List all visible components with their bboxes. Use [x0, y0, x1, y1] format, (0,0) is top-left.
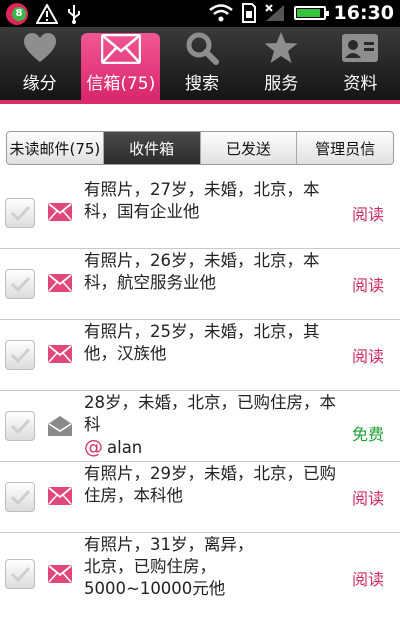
message-summary: 28岁，未婚，北京，已购住房，本科 @ alan [84, 392, 346, 459]
envelope-icon [48, 274, 72, 292]
segment-sent[interactable]: 已发送 [201, 132, 298, 164]
checkmark-icon [10, 205, 31, 222]
profile-card-icon [342, 34, 379, 62]
read-button[interactable]: 阅读 [352, 485, 384, 509]
row-checkbox[interactable] [5, 198, 35, 228]
tab-label: 信箱(75) [86, 74, 156, 94]
message-list: 有照片，27岁，未婚，北京，本科，国有企业他 阅读 有照片，26岁，未婚，北京，… [0, 178, 400, 611]
tab-services[interactable]: 服务 [242, 27, 321, 100]
app-notification-icon: 8 [6, 3, 28, 25]
mailbox-segment-control: 未读邮件(75) 收件箱 已发送 管理员信 [6, 131, 394, 165]
star-icon [264, 32, 298, 63]
wifi-icon [208, 4, 233, 22]
read-button[interactable]: 阅读 [352, 201, 384, 225]
message-summary: 有照片，25岁，未婚，北京，其他，汉族他 [84, 322, 320, 363]
status-bar: 8 16:30 [0, 0, 400, 27]
read-button[interactable]: 阅读 [352, 343, 384, 367]
sim-card-icon [241, 3, 256, 23]
tab-label: 搜索 [185, 74, 219, 94]
tab-mailbox[interactable]: 信箱(75) [81, 33, 161, 100]
envelope-icon [48, 487, 72, 505]
open-envelope-icon [48, 416, 72, 436]
row-checkbox[interactable] [5, 559, 35, 589]
notification-count-badge: 8 [12, 7, 26, 21]
warning-icon [36, 4, 58, 24]
envelope-icon [48, 203, 72, 221]
checkmark-icon [10, 347, 31, 364]
segment-admin-mail[interactable]: 管理员信 [297, 132, 393, 164]
search-icon [186, 32, 219, 65]
message-sender: alan [107, 438, 143, 457]
message-text: 28岁，未婚，北京，已购住房，本科 [84, 393, 336, 434]
free-badge[interactable]: 免费 [352, 421, 384, 445]
checkmark-icon [10, 276, 31, 293]
checkmark-icon [10, 566, 31, 583]
message-summary: 有照片，31岁，离异，北京，已购住房，5000~10000元他 [84, 535, 254, 598]
tab-search[interactable]: 搜索 [162, 27, 241, 100]
tab-profile[interactable]: 资料 [321, 27, 400, 100]
message-row[interactable]: 有照片，26岁，未婚，北京，本科，航空服务业他 阅读 [0, 249, 400, 320]
segment-unread[interactable]: 未读邮件(75) [7, 132, 104, 164]
message-summary: 有照片，26岁，未婚，北京，本科，航空服务业他 [84, 251, 320, 292]
message-summary: 有照片，27岁，未婚，北京，本科，国有企业他 [84, 180, 320, 221]
main-tab-bar: 缘分 信箱(75) 搜索 服务 资料 [0, 27, 400, 104]
checkmark-icon [10, 418, 31, 435]
message-row[interactable]: 有照片，31岁，离异，北京，已购住房，5000~10000元他 阅读 [0, 533, 400, 611]
envelope-icon [48, 565, 72, 583]
row-checkbox[interactable] [5, 340, 35, 370]
segment-inbox[interactable]: 收件箱 [103, 132, 201, 164]
row-checkbox[interactable] [5, 482, 35, 512]
envelope-icon [48, 345, 72, 363]
message-row[interactable]: 有照片，29岁，未婚，北京，已购住房，本科他 阅读 [0, 462, 400, 533]
envelope-icon [100, 34, 141, 64]
message-row[interactable]: 有照片，27岁，未婚，北京，本科，国有企业他 阅读 [0, 178, 400, 249]
tab-label: 资料 [343, 74, 378, 94]
tab-label: 服务 [264, 74, 299, 94]
message-row[interactable]: 28岁，未婚，北京，已购住房，本科 @ alan 免费 [0, 391, 400, 462]
tab-fate[interactable]: 缘分 [0, 27, 79, 100]
tab-label: 缘分 [22, 74, 57, 94]
row-checkbox[interactable] [5, 411, 35, 441]
message-row[interactable]: 有照片，25岁，未婚，北京，其他，汉族他 阅读 [0, 320, 400, 391]
no-signal-icon [264, 4, 284, 21]
usb-icon [68, 5, 80, 24]
battery-icon [293, 6, 329, 20]
clock: 16:30 [333, 2, 394, 24]
read-button[interactable]: 阅读 [352, 272, 384, 296]
at-icon: @ [84, 436, 103, 458]
row-checkbox[interactable] [5, 269, 35, 299]
heart-icon [23, 33, 56, 62]
message-summary: 有照片，29岁，未婚，北京，已购住房，本科他 [84, 464, 336, 505]
checkmark-icon [10, 489, 31, 506]
read-button[interactable]: 阅读 [352, 566, 384, 590]
